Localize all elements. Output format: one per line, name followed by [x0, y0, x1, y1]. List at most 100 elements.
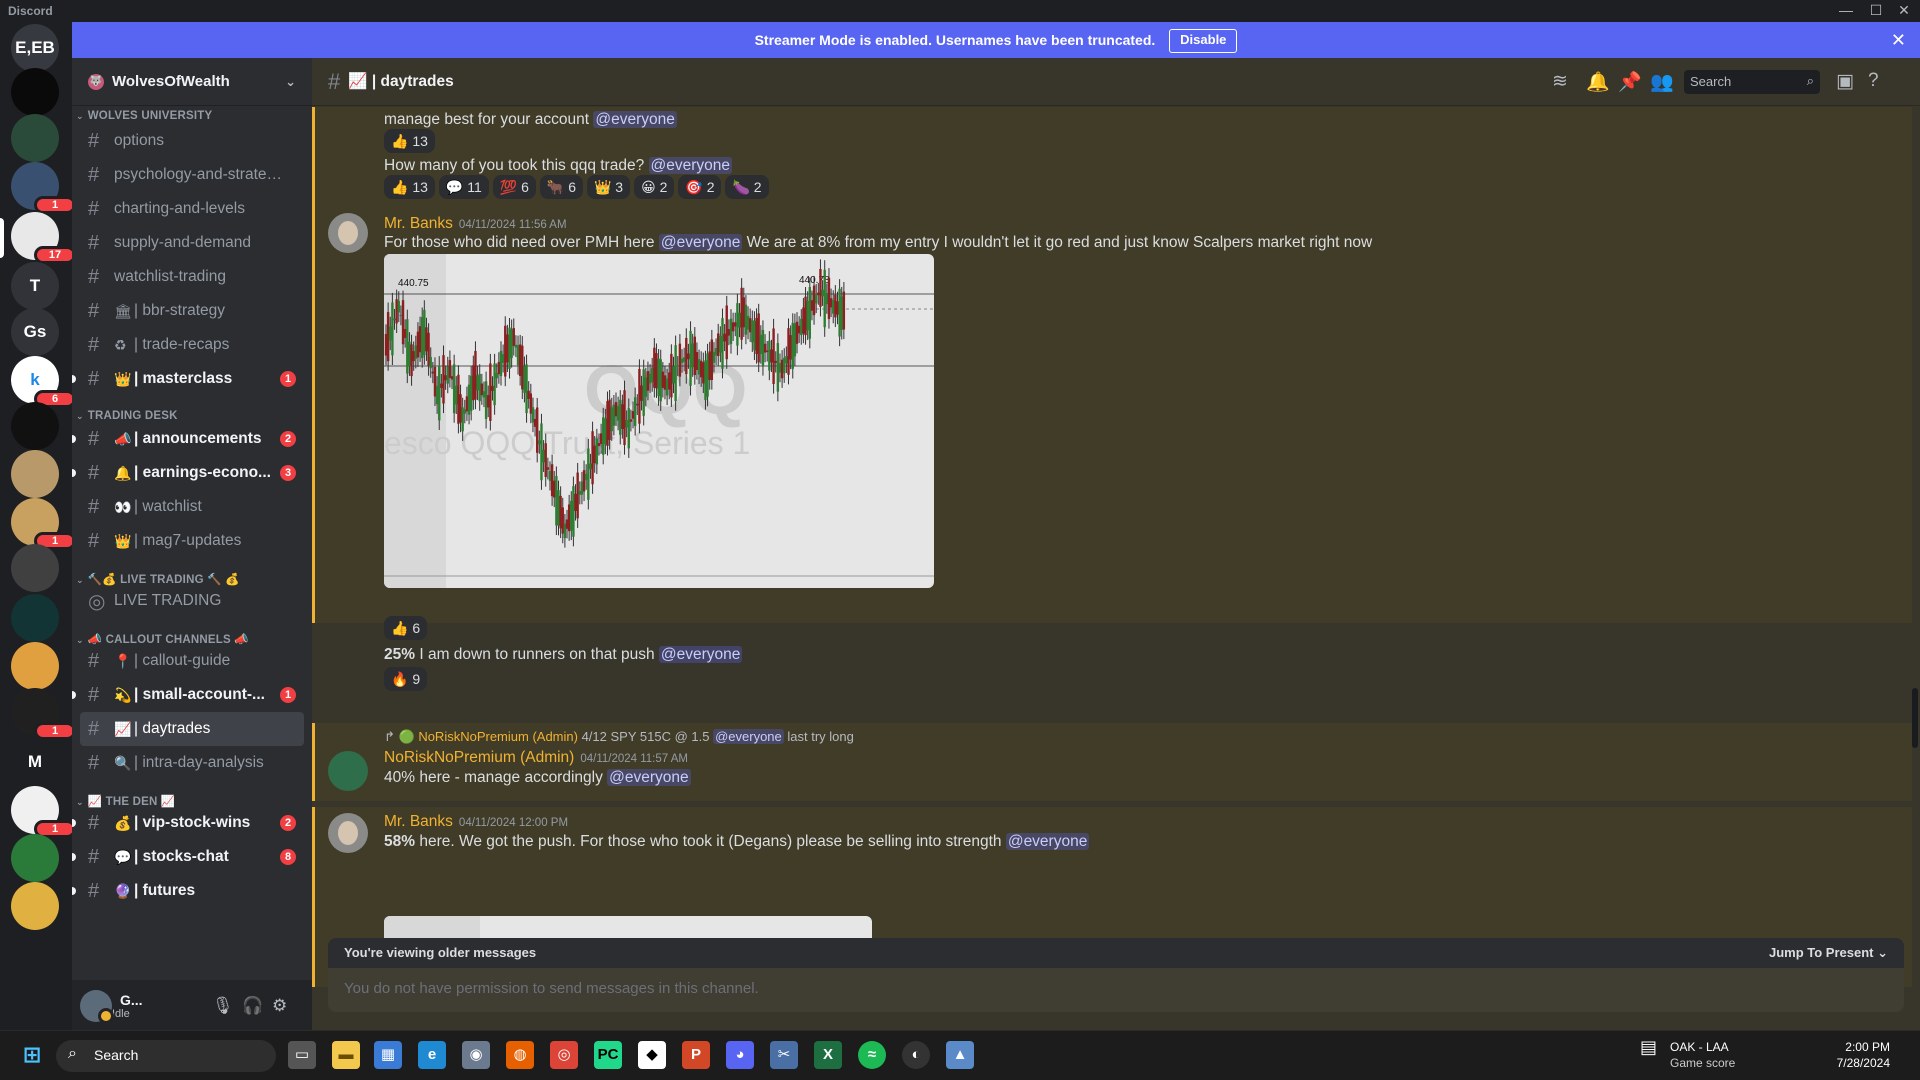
windows-start-icon[interactable]: ⊞ — [18, 1041, 46, 1069]
pin-icon[interactable]: 📌 — [1618, 70, 1642, 94]
maximize-button[interactable]: ☐ — [1866, 2, 1886, 20]
avatar[interactable] — [80, 990, 114, 1024]
reaction-chip[interactable]: 💯 6 — [492, 175, 536, 199]
banner-close-icon[interactable]: ✕ — [1891, 22, 1906, 58]
task-view-icon[interactable]: ▭ — [288, 1041, 316, 1069]
spotify-icon[interactable]: ≈ — [858, 1041, 886, 1069]
reaction-chip[interactable]: 👍 6 — [384, 616, 428, 640]
server-icon[interactable] — [11, 594, 59, 642]
excel-icon[interactable]: X — [814, 1041, 842, 1069]
store-icon[interactable]: ▦ — [374, 1041, 402, 1069]
pycharm-icon[interactable]: PC — [594, 1041, 622, 1069]
server-icon[interactable]: E,EB — [11, 24, 59, 72]
channel-item[interactable]: # watchlist-trading — [80, 260, 304, 294]
snipping-tool-icon[interactable]: ✂ — [770, 1041, 798, 1069]
notification-badge-icon[interactable]: ▤ — [1640, 1038, 1657, 1056]
obsidian-icon[interactable]: ◆ — [638, 1041, 666, 1069]
server-icon[interactable] — [11, 450, 59, 498]
server-icon[interactable] — [11, 68, 59, 116]
server-icon[interactable] — [11, 114, 59, 162]
channel-item[interactable]: # 📣 | announcements 2 — [72, 422, 304, 456]
channel-item[interactable]: # 🔍 | intra-day-analysis — [80, 746, 304, 780]
edge-icon[interactable]: e — [418, 1041, 446, 1069]
reaction-chip[interactable]: 🎯 2 — [678, 175, 722, 199]
microphone-icon[interactable]: 🎙 — [212, 996, 234, 1016]
server-icon[interactable]: T — [11, 262, 59, 310]
channel-category[interactable]: ⌄ 📣 CALLOUT CHANNELS 📣 — [72, 618, 312, 646]
scrollbar[interactable] — [1912, 688, 1918, 748]
discord-icon[interactable]: ◕ — [726, 1041, 754, 1069]
voice-channel[interactable]: ◎ LIVE TRADING — [80, 584, 304, 618]
reaction-chip[interactable]: 👑 3 — [586, 175, 631, 199]
settings-gear-icon[interactable]: ⚙ — [272, 996, 287, 1016]
reply-reference[interactable]: ↱ 🟢 NoRiskNoPremium (Admin) 4/12 SPY 515… — [384, 729, 854, 745]
disable-streamer-button[interactable]: Disable — [1169, 29, 1238, 54]
chevron-down-icon[interactable]: ⌄ — [285, 74, 296, 90]
server-icon[interactable]: M — [11, 738, 59, 786]
channel-category[interactable]: ⌄ 📈 THE DEN 📈 — [72, 780, 312, 808]
app-icon[interactable]: ◉ — [462, 1041, 490, 1069]
channel-item[interactable]: # 🔮 | futures — [72, 874, 304, 908]
chart-image-attachment[interactable]: QQQ esco QQQ Trust, Series 1 440.75 440.… — [384, 254, 934, 588]
photos-icon[interactable]: ▲ — [946, 1041, 974, 1069]
firefox-icon[interactable]: ◍ — [506, 1041, 534, 1069]
channel-item[interactable]: # ♻ | trade-recaps — [80, 328, 304, 362]
weather-widget[interactable]: OAK - LAA Game score — [1670, 1039, 1735, 1071]
reaction-chip[interactable]: 😀 2 — [634, 175, 675, 199]
channel-item[interactable]: # 🔔 | earnings-econo... 3 — [72, 456, 304, 490]
channel-item[interactable]: # psychology-and-strategi... — [80, 158, 304, 192]
channel-item[interactable]: # options — [80, 124, 304, 158]
message-composer[interactable]: You do not have permission to send messa… — [328, 968, 1904, 1012]
reaction-chip[interactable]: 🔥 9 — [384, 667, 428, 691]
channel-item[interactable]: # 💬 | stocks-chat 8 — [72, 840, 304, 874]
channel-item[interactable]: # 👑 | masterclass 1 — [72, 362, 304, 396]
reaction-chip[interactable]: 👍 13 — [384, 129, 435, 153]
reaction-chip[interactable]: 🍆 2 — [725, 175, 769, 199]
server-icon[interactable]: Gs — [11, 308, 59, 356]
server-icon[interactable] — [11, 402, 59, 450]
channel-item[interactable]: # 🏛 | bbr-strategy — [80, 294, 304, 328]
message-author[interactable]: Mr. Banks 04/11/2024 11:56 AM — [384, 215, 567, 233]
channel-item[interactable]: # charting-and-levels — [80, 192, 304, 226]
server-icon[interactable] — [11, 642, 59, 690]
avatar[interactable] — [328, 751, 368, 791]
avatar[interactable] — [328, 213, 368, 253]
reaction-chip[interactable]: 👍 13 — [384, 175, 435, 199]
threads-icon[interactable]: ≋ — [1552, 70, 1568, 93]
channel-item[interactable]: # 💰 | vip-stock-wins 2 — [72, 806, 304, 840]
help-icon[interactable]: ? — [1868, 70, 1879, 92]
minimize-button[interactable]: — — [1836, 2, 1856, 20]
channel-item[interactable]: # 💫 | small-account-... 1 — [72, 678, 304, 712]
member-list-icon[interactable]: 👥 — [1650, 70, 1674, 94]
reaction-chip[interactable]: 🐂 6 — [539, 175, 583, 199]
inbox-icon[interactable]: ▣ — [1836, 70, 1854, 93]
avatar[interactable] — [328, 813, 368, 853]
taskbar-search[interactable]: ⌕ Search — [56, 1040, 276, 1072]
server-icon[interactable] — [11, 544, 59, 592]
channel-item[interactable]: # supply-and-demand — [80, 226, 304, 260]
server-icon[interactable] — [11, 834, 59, 882]
steam-icon[interactable]: ◐ — [902, 1041, 930, 1069]
close-window-button[interactable]: ✕ — [1894, 2, 1914, 20]
reaction-chip[interactable]: 💬 11 — [438, 175, 489, 199]
jump-to-present-button[interactable]: Jump To Present ⌄ — [1769, 945, 1888, 961]
chrome-icon[interactable]: ◎ — [550, 1041, 578, 1069]
channel-item[interactable]: # 📍 | callout-guide — [80, 644, 304, 678]
server-header[interactable]: 🐺 WolvesOfWealth ⌄ — [72, 58, 312, 106]
user-info[interactable]: G... Idle — [112, 992, 143, 1020]
channel-category[interactable]: ⌄ TRADING DESK — [72, 396, 312, 422]
channel-category[interactable]: ⌄ 🔨💰 LIVE TRADING 🔨 💰 — [72, 558, 312, 586]
channel-category[interactable]: ⌄ WOLVES UNIVERSITY — [72, 106, 312, 124]
headphones-icon[interactable]: 🎧 — [242, 996, 263, 1016]
channel-item[interactable]: # 👀 | watchlist — [80, 490, 304, 524]
server-icon[interactable] — [11, 882, 59, 930]
notification-bell-icon[interactable]: 🔔 — [1586, 70, 1610, 94]
clock[interactable]: 2:00 PM 7/28/2024 — [1800, 1039, 1890, 1071]
message-author[interactable]: NoRiskNoPremium (Admin) 04/11/2024 11:57 … — [384, 749, 688, 767]
file-explorer-icon[interactable]: ▬ — [332, 1041, 360, 1069]
channel-item[interactable]: # 📈 | daytrades — [80, 712, 304, 746]
message-author[interactable]: Mr. Banks 04/11/2024 12:00 PM — [384, 813, 568, 831]
powerpoint-icon[interactable]: P — [682, 1041, 710, 1069]
channel-item[interactable]: # 👑 | mag7-updates — [80, 524, 304, 558]
search-input[interactable]: Search ⌕ — [1684, 70, 1820, 94]
